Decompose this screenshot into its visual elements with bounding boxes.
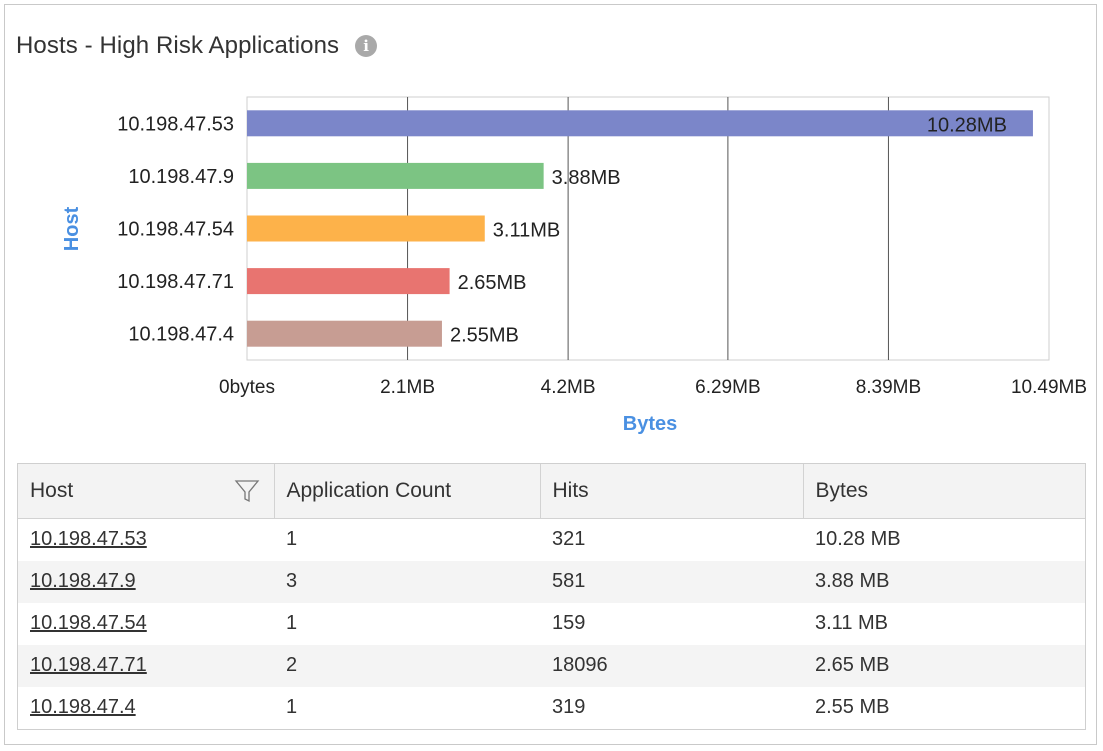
cell-bytes: 2.65 MB: [803, 644, 1085, 687]
y-axis-title: Host: [61, 206, 83, 251]
column-header-label: Host: [30, 478, 74, 502]
bar-chart: 0bytes 2.1MB 4.2MB 6.29MB 8.39MB 10.49MB 10.19…: [61, 96, 1087, 435]
bar: [247, 162, 544, 189]
data-label: 10.28MB: [927, 114, 1007, 136]
host-link[interactable]: 10.198.47.54: [30, 612, 147, 634]
column-header-host[interactable]: Host: [18, 464, 275, 519]
bar: [247, 320, 442, 347]
cell-bytes: 2.55 MB: [803, 686, 1085, 729]
table-header-row: Host Application Count Hits Bytes: [18, 464, 1085, 519]
table-row: 10.198.47.4 1 319 2.55 MB: [18, 686, 1085, 729]
column-header-application-count[interactable]: Application Count: [274, 464, 541, 519]
cell-application-count: 1: [274, 518, 540, 561]
x-tick-label: 0bytes: [219, 377, 275, 398]
table-row: 10.198.47.71 2 18096 2.65 MB: [18, 644, 1085, 687]
x-tick-label: 4.2MB: [541, 377, 596, 398]
data-label: 3.11MB: [493, 220, 560, 242]
bar: [247, 268, 450, 295]
host-link[interactable]: 10.198.47.53: [30, 528, 147, 550]
bar: [247, 215, 485, 242]
data-label: 3.88MB: [552, 167, 621, 189]
data-label: 2.55MB: [450, 325, 519, 347]
y-tick-label: 10.198.47.4: [128, 324, 234, 346]
column-header-bytes[interactable]: Bytes: [803, 464, 1085, 519]
cell-bytes: 10.28 MB: [803, 518, 1085, 561]
column-header-hits[interactable]: Hits: [540, 464, 804, 519]
cell-host[interactable]: 10.198.47.4: [18, 686, 274, 729]
hosts-table: Host Application Count Hits Bytes 10.198…: [17, 463, 1086, 730]
cell-bytes: 3.11 MB: [803, 602, 1085, 645]
y-tick-label: 10.198.47.53: [117, 113, 234, 135]
cell-host[interactable]: 10.198.47.9: [18, 560, 274, 603]
cell-hits: 581: [540, 560, 803, 603]
x-tick-label: 8.39MB: [856, 377, 921, 398]
cell-hits: 18096: [540, 644, 803, 687]
bar: [247, 110, 1033, 137]
cell-host[interactable]: 10.198.47.71: [18, 644, 274, 687]
y-tick-label: 10.198.47.71: [117, 271, 234, 293]
table-row: 10.198.47.53 1 321 10.28 MB: [18, 518, 1085, 561]
cell-hits: 159: [540, 602, 803, 645]
table-row: 10.198.47.9 3 581 3.88 MB: [18, 560, 1085, 603]
cell-application-count: 2: [274, 644, 540, 687]
x-axis-title: Bytes: [623, 413, 677, 435]
host-link[interactable]: 10.198.47.71: [30, 654, 147, 676]
cell-bytes: 3.88 MB: [803, 560, 1085, 603]
cell-hits: 319: [540, 686, 803, 729]
x-tick-label: 6.29MB: [695, 377, 760, 398]
cell-application-count: 3: [274, 560, 540, 603]
cell-hits: 321: [540, 518, 803, 561]
y-tick-label: 10.198.47.54: [117, 219, 234, 241]
cell-host[interactable]: 10.198.47.53: [18, 518, 274, 561]
cell-application-count: 1: [274, 686, 540, 729]
filter-funnel-icon[interactable]: [234, 478, 260, 504]
y-tick-label: 10.198.47.9: [128, 166, 234, 188]
cell-host[interactable]: 10.198.47.54: [18, 602, 274, 645]
data-label: 2.65MB: [458, 272, 527, 294]
x-tick-label: 10.49MB: [1011, 377, 1087, 398]
table-row: 10.198.47.54 1 159 3.11 MB: [18, 602, 1085, 645]
x-tick-label: 2.1MB: [380, 377, 435, 398]
host-link[interactable]: 10.198.47.4: [30, 696, 136, 718]
cell-application-count: 1: [274, 602, 540, 645]
host-link[interactable]: 10.198.47.9: [30, 570, 136, 592]
